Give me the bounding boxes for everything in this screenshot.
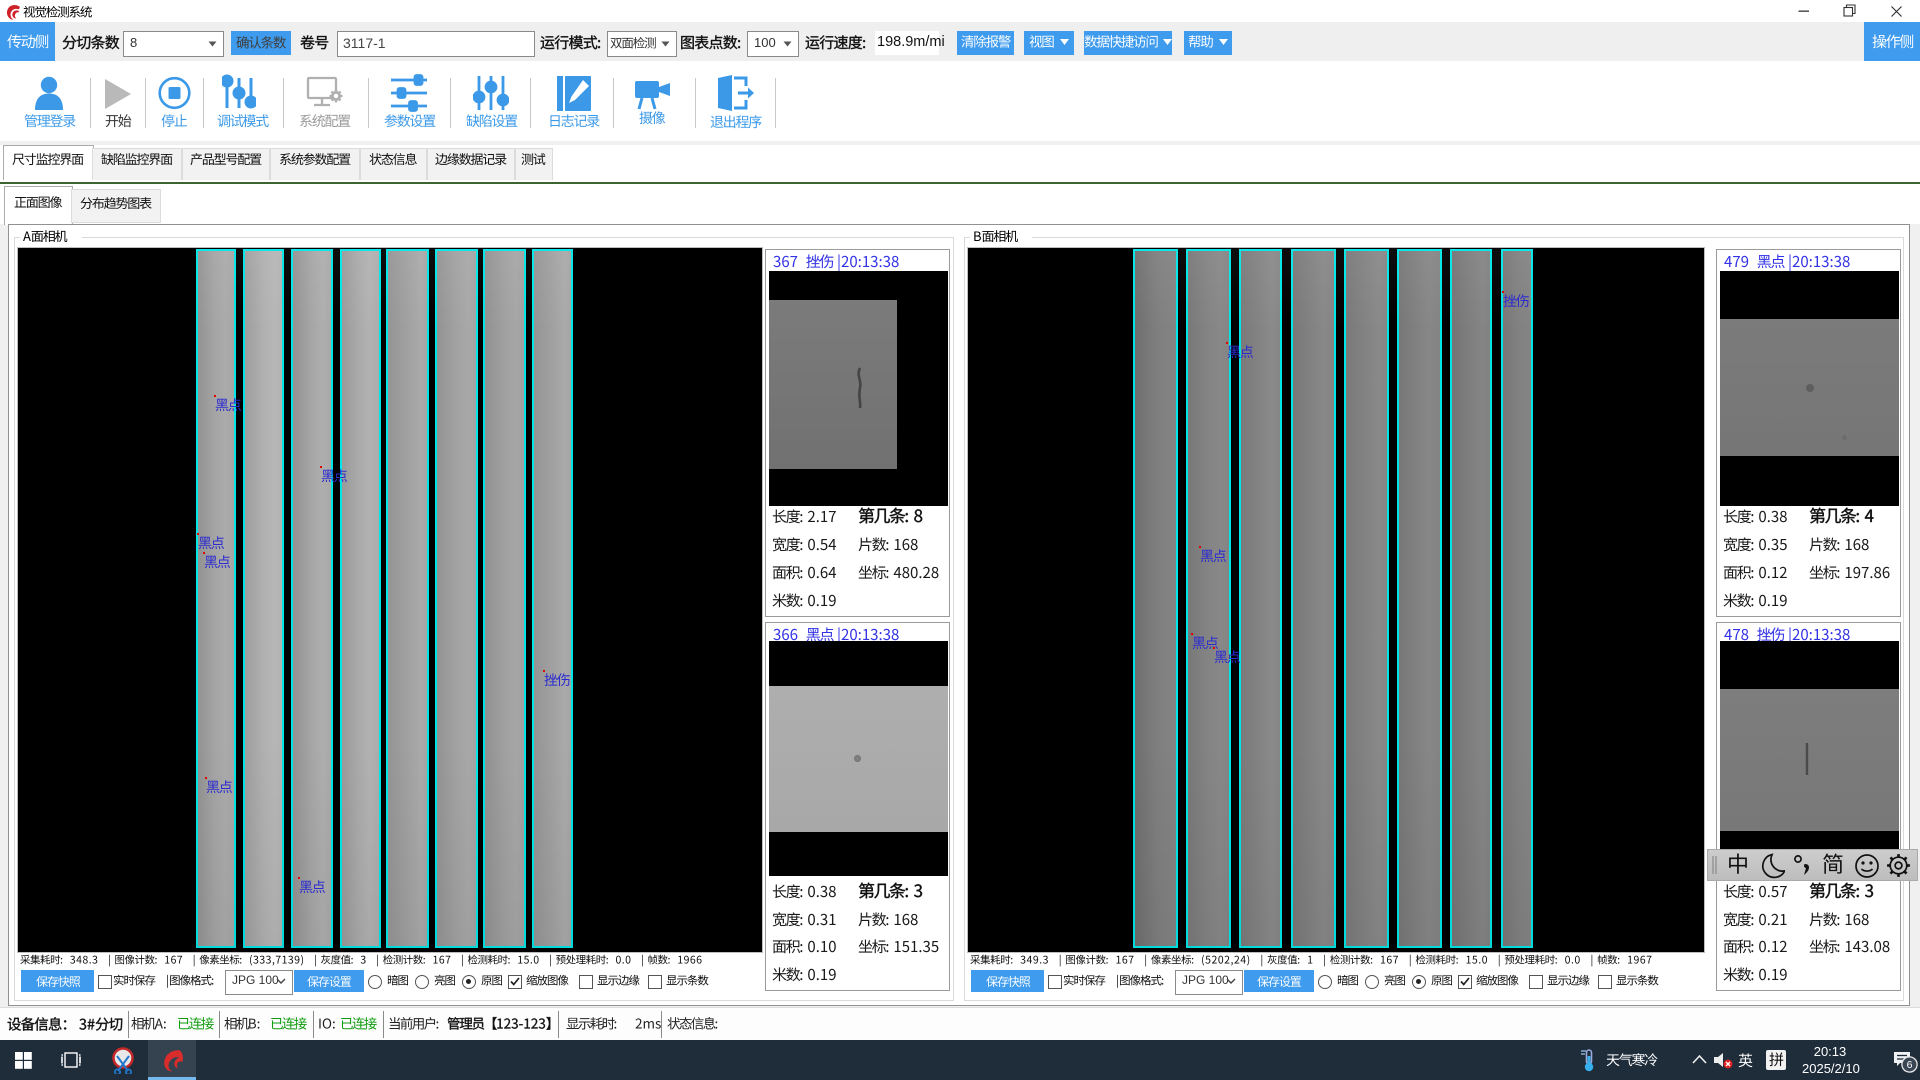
svg-text:6: 6 [1907, 1059, 1913, 1071]
